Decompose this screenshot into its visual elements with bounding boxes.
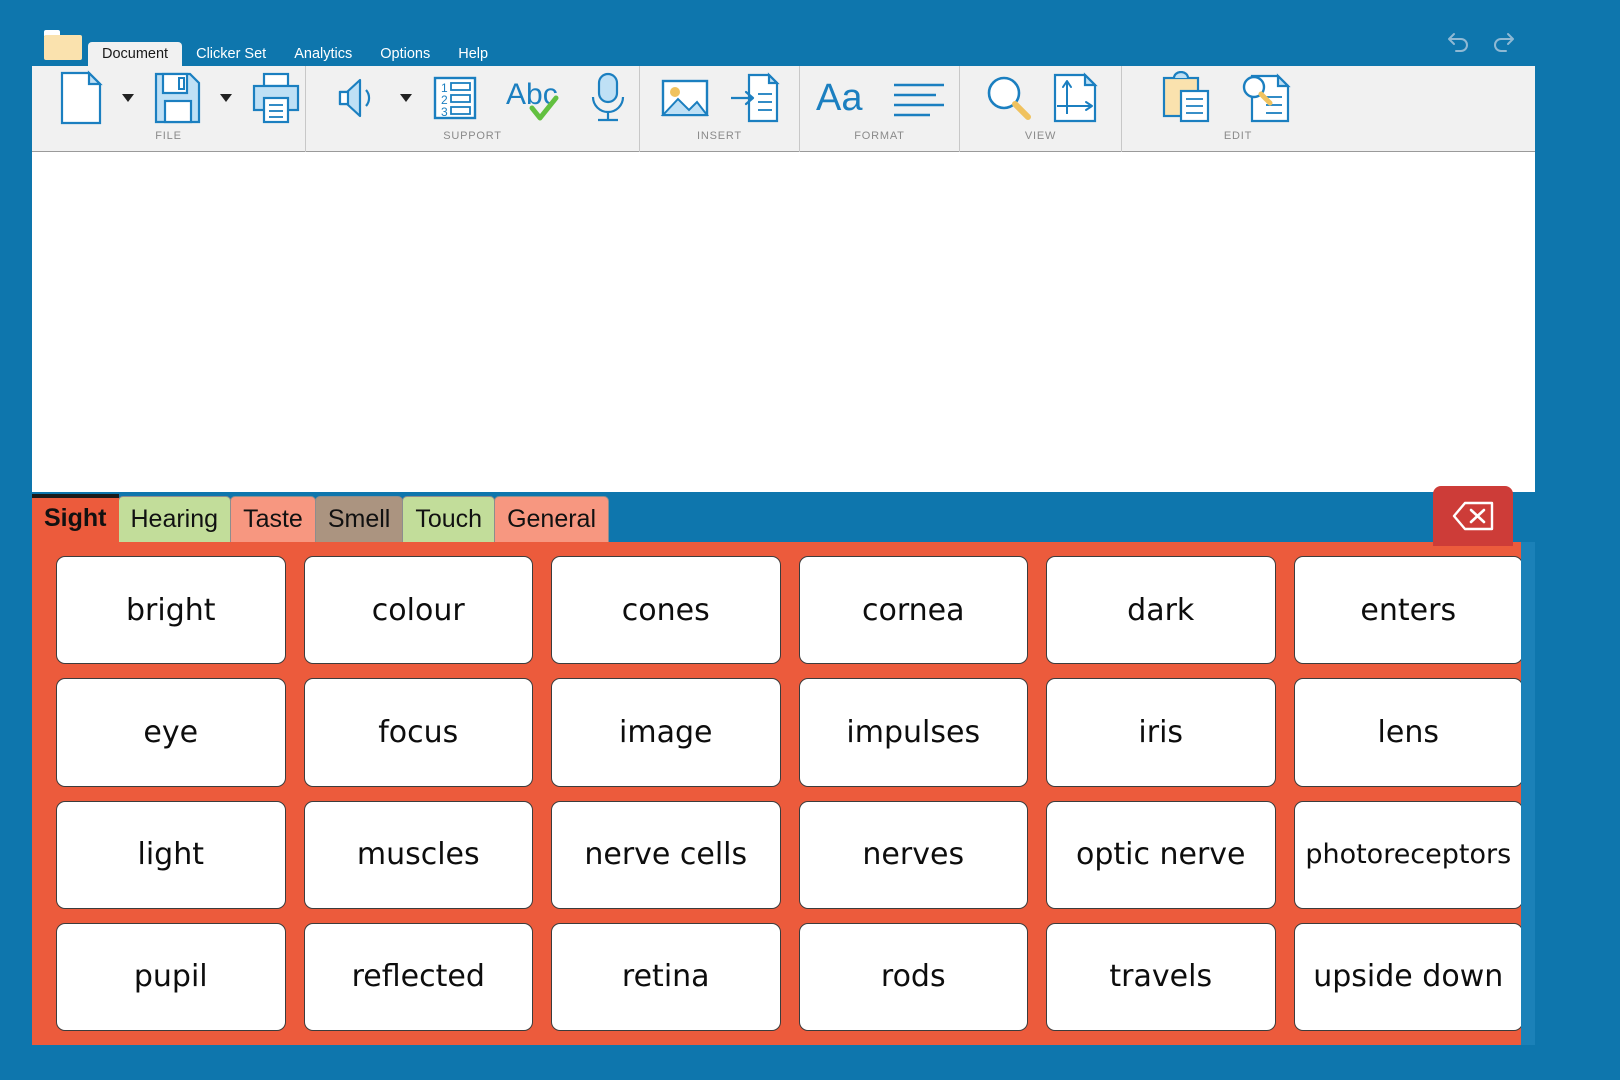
word-cell[interactable]: nerves: [798, 800, 1028, 909]
folder-icon-body: [44, 35, 82, 60]
word-bank-tab-strip: Sight Hearing Taste Smell Touch General: [32, 492, 610, 542]
spellcheck-button[interactable]: Abc: [490, 70, 576, 126]
new-document-dropdown-arrow[interactable]: [122, 94, 134, 102]
find-replace-icon: [1242, 73, 1291, 123]
picture-icon: [660, 79, 709, 117]
insert-picture-button[interactable]: [653, 70, 717, 126]
tab-hearing[interactable]: Hearing: [117, 496, 232, 542]
spellcheck-abc-icon: Abc: [506, 78, 559, 121]
new-document-icon: [60, 70, 103, 125]
page-layout-button[interactable]: [1045, 70, 1105, 126]
svg-text:Aa: Aa: [816, 77, 863, 119]
word-cell[interactable]: eye: [56, 678, 286, 787]
word-cell[interactable]: rods: [798, 922, 1028, 1031]
microphone-icon: [591, 72, 625, 122]
speak-button[interactable]: [324, 70, 388, 126]
undo-redo-group: [1446, 30, 1516, 54]
word-cell[interactable]: enters: [1293, 556, 1523, 665]
font-button[interactable]: Aa: [808, 70, 876, 126]
word-cell[interactable]: colour: [303, 556, 533, 665]
new-document-button[interactable]: [52, 70, 110, 126]
word-cell[interactable]: cornea: [798, 556, 1028, 665]
document-canvas[interactable]: [32, 152, 1535, 492]
paragraph-button[interactable]: [880, 70, 952, 126]
backspace-icon: [1452, 501, 1494, 531]
word-cell[interactable]: optic nerve: [1046, 800, 1276, 909]
tab-general[interactable]: General: [494, 496, 610, 542]
word-cell[interactable]: upside down: [1293, 922, 1523, 1031]
save-button[interactable]: [146, 70, 208, 126]
magnifier-zoom-icon: [987, 76, 1031, 120]
tab-taste[interactable]: Taste: [230, 496, 316, 542]
font-aa-icon: Aa: [816, 77, 863, 119]
ribbon-group-label-insert: INSERT: [697, 130, 742, 142]
clicker-app-window: Document Clicker Set Analytics Options H…: [0, 0, 1620, 1080]
word-grid-scrollbar[interactable]: [1521, 542, 1535, 1045]
word-bank-panel: Sight Hearing Taste Smell Touch General …: [32, 486, 1535, 1045]
menu-item-analytics[interactable]: Analytics: [280, 42, 366, 68]
insert-document-button[interactable]: [721, 70, 787, 126]
ribbon-toolbar: FILE 1 2 3 Abc SUPPORT INSERT Aa FORMAT …: [32, 66, 1535, 152]
ribbon-group-file: FILE: [32, 66, 306, 152]
ribbon-group-insert: INSERT: [640, 66, 800, 152]
menu-item-clicker-set[interactable]: Clicker Set: [182, 42, 280, 68]
numbered-list-button[interactable]: 1 2 3: [424, 70, 486, 126]
ribbon-group-label-file: FILE: [155, 130, 182, 142]
redo-icon[interactable]: [1490, 30, 1516, 54]
ribbon-group-label-format: FORMAT: [854, 130, 905, 142]
ribbon-group-format: Aa FORMAT: [800, 66, 960, 152]
tab-touch[interactable]: Touch: [402, 496, 496, 542]
paste-button[interactable]: [1154, 70, 1218, 126]
word-cell[interactable]: travels: [1046, 922, 1276, 1031]
tab-smell[interactable]: Smell: [314, 496, 404, 542]
title-bar: Document Clicker Set Analytics Options H…: [0, 0, 1620, 70]
undo-icon[interactable]: [1446, 30, 1472, 54]
word-cell[interactable]: cones: [551, 556, 781, 665]
folder-icon[interactable]: [44, 30, 82, 60]
word-cell[interactable]: bright: [56, 556, 286, 665]
numbered-list-icon: 1 2 3: [433, 76, 477, 120]
svg-text:3: 3: [441, 105, 448, 119]
word-cell[interactable]: focus: [303, 678, 533, 787]
word-cell[interactable]: lens: [1293, 678, 1523, 787]
speaker-dropdown-arrow[interactable]: [400, 94, 412, 102]
insert-document-icon: [730, 72, 780, 123]
microphone-button[interactable]: [580, 70, 636, 126]
menu-item-help[interactable]: Help: [444, 42, 502, 68]
save-dropdown-arrow[interactable]: [220, 94, 232, 102]
word-cell[interactable]: reflected: [303, 922, 533, 1031]
clipboard-paste-icon: [1162, 71, 1210, 123]
paragraph-lines-icon: [893, 83, 944, 117]
ribbon-group-label-support: SUPPORT: [443, 130, 502, 142]
print-button[interactable]: [244, 70, 308, 126]
print-icon: [252, 72, 300, 124]
menu-bar: Document Clicker Set Analytics Options H…: [88, 42, 502, 70]
menu-item-options[interactable]: Options: [366, 42, 444, 68]
ribbon-group-label-view: VIEW: [1024, 130, 1057, 142]
backspace-button[interactable]: [1433, 486, 1513, 546]
save-floppy-icon: [154, 72, 201, 124]
ribbon-group-label-edit: EDIT: [1223, 130, 1253, 142]
word-cell[interactable]: pupil: [56, 922, 286, 1031]
word-cell[interactable]: iris: [1046, 678, 1276, 787]
ribbon-group-support: 1 2 3 Abc SUPPORT: [306, 66, 640, 152]
word-cell[interactable]: retina: [551, 922, 781, 1031]
word-cell[interactable]: light: [56, 800, 286, 909]
word-cell[interactable]: impulses: [798, 678, 1028, 787]
tab-sight[interactable]: Sight: [32, 494, 119, 542]
word-cell[interactable]: muscles: [303, 800, 533, 909]
word-grid: bright colour cones cornea dark enters e…: [32, 542, 1535, 1045]
zoom-button[interactable]: [977, 70, 1041, 126]
word-cell[interactable]: photoreceptors: [1293, 800, 1523, 909]
word-cell[interactable]: dark: [1046, 556, 1276, 665]
ribbon-group-view: VIEW: [960, 66, 1122, 152]
word-cell[interactable]: image: [551, 678, 781, 787]
word-cell[interactable]: nerve cells: [551, 800, 781, 909]
speaker-icon: [338, 78, 371, 118]
ribbon-group-edit: EDIT: [1122, 66, 1535, 152]
page-layout-icon: [1053, 72, 1098, 123]
find-replace-button[interactable]: [1222, 70, 1300, 126]
